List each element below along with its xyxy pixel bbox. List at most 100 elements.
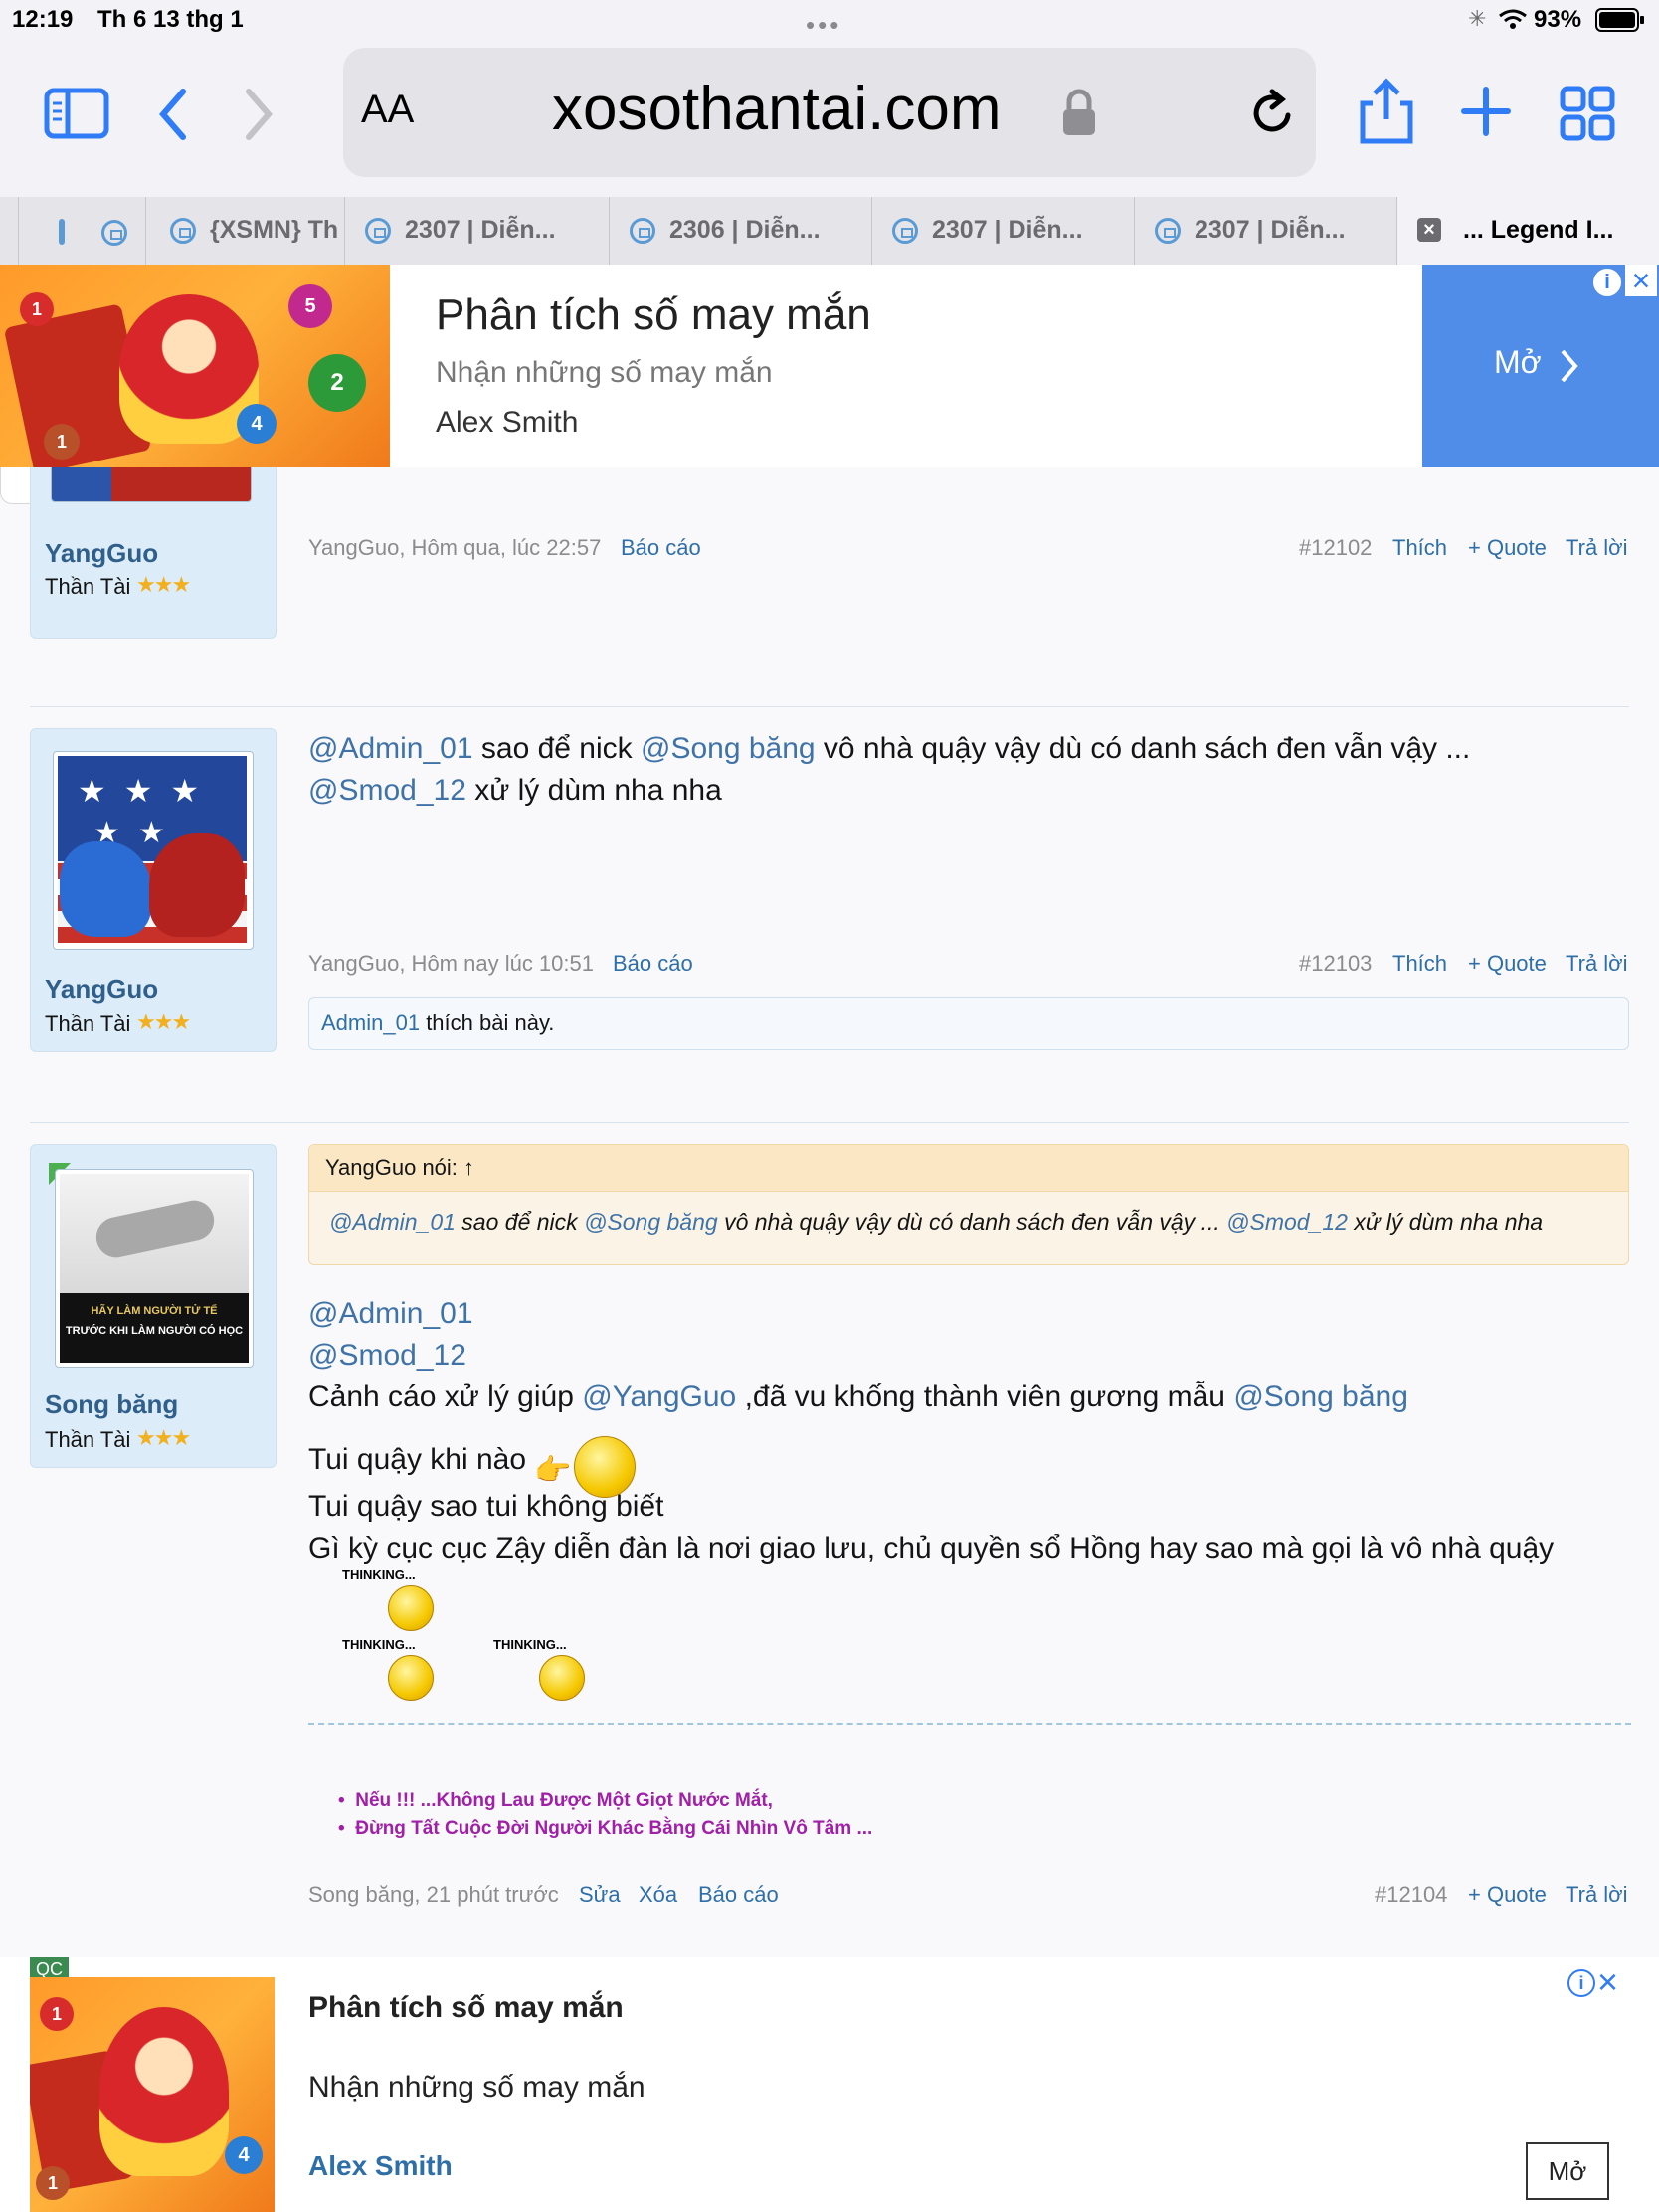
edit-link[interactable]: Sửa bbox=[579, 1882, 621, 1908]
tab-label: {XSMN} Th bbox=[210, 216, 339, 244]
close-tab-icon[interactable]: × bbox=[1417, 218, 1441, 242]
sidebar-toggle-icon[interactable] bbox=[44, 88, 111, 141]
message-text: Tui quậy khi nào bbox=[308, 1442, 527, 1476]
ad-info-icon[interactable]: i bbox=[1591, 267, 1623, 298]
post-meta[interactable]: Song băng, 21 phút trước bbox=[308, 1882, 559, 1908]
reply-link[interactable]: Trả lời bbox=[1566, 535, 1628, 561]
username[interactable]: Song băng bbox=[45, 1389, 178, 1420]
mention-link[interactable]: @Admin_01 bbox=[329, 1209, 456, 1235]
mention-link[interactable]: @Smod_12 bbox=[1226, 1209, 1348, 1235]
reader-aa-button[interactable]: AA bbox=[361, 88, 414, 132]
likes-text: thích bài này. bbox=[420, 1011, 555, 1035]
wifi-icon bbox=[1499, 9, 1527, 29]
post-number[interactable]: #12103 bbox=[1299, 951, 1372, 977]
status-date: Th 6 13 thg 1 bbox=[97, 6, 244, 33]
address-bar[interactable]: AA xosothantai.com bbox=[343, 48, 1316, 177]
quote-text: xử lý dùm nha nha bbox=[1347, 1209, 1544, 1235]
new-tab-icon[interactable] bbox=[1460, 86, 1512, 137]
mention-link[interactable]: @Smod_12 bbox=[308, 774, 466, 807]
username[interactable]: YangGuo bbox=[45, 538, 158, 569]
report-link[interactable]: Báo cáo bbox=[613, 951, 693, 977]
forward-icon[interactable] bbox=[241, 88, 276, 141]
post-meta[interactable]: YangGuo, Hôm nay lúc 10:51 bbox=[308, 951, 594, 977]
ad-open-button[interactable]: Mở bbox=[1526, 2142, 1609, 2200]
post-number[interactable]: #12104 bbox=[1375, 1882, 1447, 1908]
tab-overview-icon[interactable] bbox=[1560, 86, 1615, 141]
signature-divider bbox=[308, 1723, 1631, 1725]
site-favicon-icon bbox=[365, 218, 391, 245]
delete-link[interactable]: Xóa bbox=[639, 1882, 677, 1908]
ad-close-icon[interactable]: × bbox=[1597, 1961, 1618, 2003]
mention-link[interactable]: @Song băng bbox=[584, 1209, 718, 1235]
mention-link[interactable]: @Song băng bbox=[1233, 1381, 1408, 1413]
post-number[interactable]: #12102 bbox=[1299, 535, 1372, 561]
post-meta[interactable]: YangGuo, Hôm qua, lúc 22:57 bbox=[308, 535, 601, 561]
thinking-smiley-icon bbox=[539, 1655, 585, 1701]
ad-image: 1 4 1 bbox=[30, 1977, 275, 2212]
avatar[interactable]: HÃY LÀM NGƯỜI TỬ TẾ TRƯỚC KHI LÀM NGƯỜI … bbox=[55, 1169, 254, 1368]
avatar[interactable]: ★★★ ★★ bbox=[53, 751, 254, 950]
thinking-smiley-icon bbox=[388, 1655, 434, 1701]
rank-stars: ★★★ bbox=[136, 1425, 191, 1450]
like-link[interactable]: Thích bbox=[1392, 951, 1447, 977]
url-text[interactable]: xosothantai.com bbox=[552, 74, 1001, 144]
tab-2307-c[interactable]: 2307 | Diễn... bbox=[1134, 197, 1397, 265]
mention-link[interactable]: @Song băng bbox=[641, 732, 816, 765]
quote-link[interactable]: + Quote bbox=[1468, 1882, 1547, 1908]
user-title: Thần Tài bbox=[45, 1012, 131, 1036]
thinking-caption: THINKING... bbox=[493, 1637, 567, 1652]
tab-active-legend[interactable]: × ... Legend I... bbox=[1396, 197, 1659, 265]
ad-title: Phân tích số may mắn bbox=[308, 1991, 624, 2024]
mention-link[interactable]: @YangGuo bbox=[582, 1381, 736, 1413]
post-message: @Admin_01 @Smod_12 Cảnh cáo xử lý giúp @… bbox=[308, 1293, 1631, 1569]
tab-icon-only[interactable] bbox=[80, 197, 137, 265]
report-link[interactable]: Báo cáo bbox=[698, 1882, 779, 1908]
reply-link[interactable]: Trả lời bbox=[1566, 1882, 1628, 1908]
ad-open-button[interactable]: Mở i × bbox=[1422, 265, 1659, 467]
tab-label: 2307 | Diễn... bbox=[405, 216, 556, 244]
share-icon[interactable] bbox=[1359, 76, 1414, 145]
bottom-ad[interactable]: QC 1 4 1 Phân tích số may mắn Nhận những… bbox=[0, 1957, 1659, 2212]
tab-2306[interactable]: 2306 | Diễn... bbox=[609, 197, 872, 265]
tab-2307-b[interactable]: 2307 | Diễn... bbox=[871, 197, 1135, 265]
ad-info-icon[interactable]: i bbox=[1567, 1969, 1595, 1997]
reload-icon[interactable] bbox=[1250, 86, 1298, 137]
signature-line: • Đừng Tất Cuộc Đời Người Khác Bằng Cái … bbox=[338, 1818, 873, 1839]
mention-link[interactable]: @Admin_01 bbox=[308, 732, 473, 765]
ad-close-icon[interactable]: × bbox=[1625, 265, 1657, 296]
tab-partial[interactable] bbox=[18, 197, 69, 265]
quote-header[interactable]: YangGuo nói: ↑ bbox=[325, 1155, 474, 1180]
thread-content: YangGuo Thần Tài ★★★ YangGuo, Hôm qua, l… bbox=[0, 467, 1659, 2212]
username[interactable]: YangGuo bbox=[45, 974, 158, 1005]
message-text: vô nhà quậy vậy dù có danh sách đen vẫn … bbox=[815, 732, 1471, 765]
quote-link[interactable]: + Quote bbox=[1468, 951, 1547, 977]
tab-xsmn[interactable]: {XSMN} Th bbox=[145, 197, 345, 265]
signature-text: Đừng Tất Cuộc Đời Người Khác Bằng Cái Nh… bbox=[355, 1818, 873, 1839]
likes-summary: Admin_01 thích bài này. bbox=[308, 997, 1629, 1050]
liked-user-link[interactable]: Admin_01 bbox=[321, 1011, 420, 1035]
ad-author: Alex Smith bbox=[308, 2150, 453, 2181]
post-divider bbox=[30, 706, 1629, 707]
mention-link[interactable]: @Admin_01 bbox=[308, 1293, 1631, 1335]
multitask-dots-icon[interactable]: ••• bbox=[806, 10, 841, 41]
site-favicon-icon bbox=[630, 218, 655, 245]
chevron-right-icon bbox=[1561, 349, 1578, 383]
message-text: sao để nick bbox=[472, 732, 641, 765]
activity-icon: ✳ bbox=[1468, 6, 1487, 31]
tab-edge-icon bbox=[59, 219, 65, 245]
reply-link[interactable]: Trả lời bbox=[1566, 951, 1628, 977]
ad-open-label: Mở bbox=[1494, 344, 1542, 380]
quote-text: sao để nick bbox=[455, 1209, 585, 1235]
tab-2307-a[interactable]: 2307 | Diễn... bbox=[344, 197, 610, 265]
ad-title: Phân tích số may mắn bbox=[436, 290, 871, 339]
avatar[interactable] bbox=[51, 467, 252, 502]
like-link[interactable]: Thích bbox=[1392, 535, 1447, 561]
back-icon[interactable] bbox=[155, 88, 191, 141]
quote-link[interactable]: + Quote bbox=[1468, 535, 1547, 561]
report-link[interactable]: Báo cáo bbox=[621, 535, 701, 561]
status-time: 12:19 bbox=[12, 6, 74, 33]
mention-link[interactable]: @Smod_12 bbox=[308, 1335, 1631, 1377]
site-favicon-icon bbox=[1155, 218, 1181, 245]
banner-ad[interactable]: 1 5 2 4 1 Phân tích số may mắn Nhận nhữn… bbox=[0, 265, 1659, 468]
site-favicon-icon bbox=[101, 220, 127, 247]
